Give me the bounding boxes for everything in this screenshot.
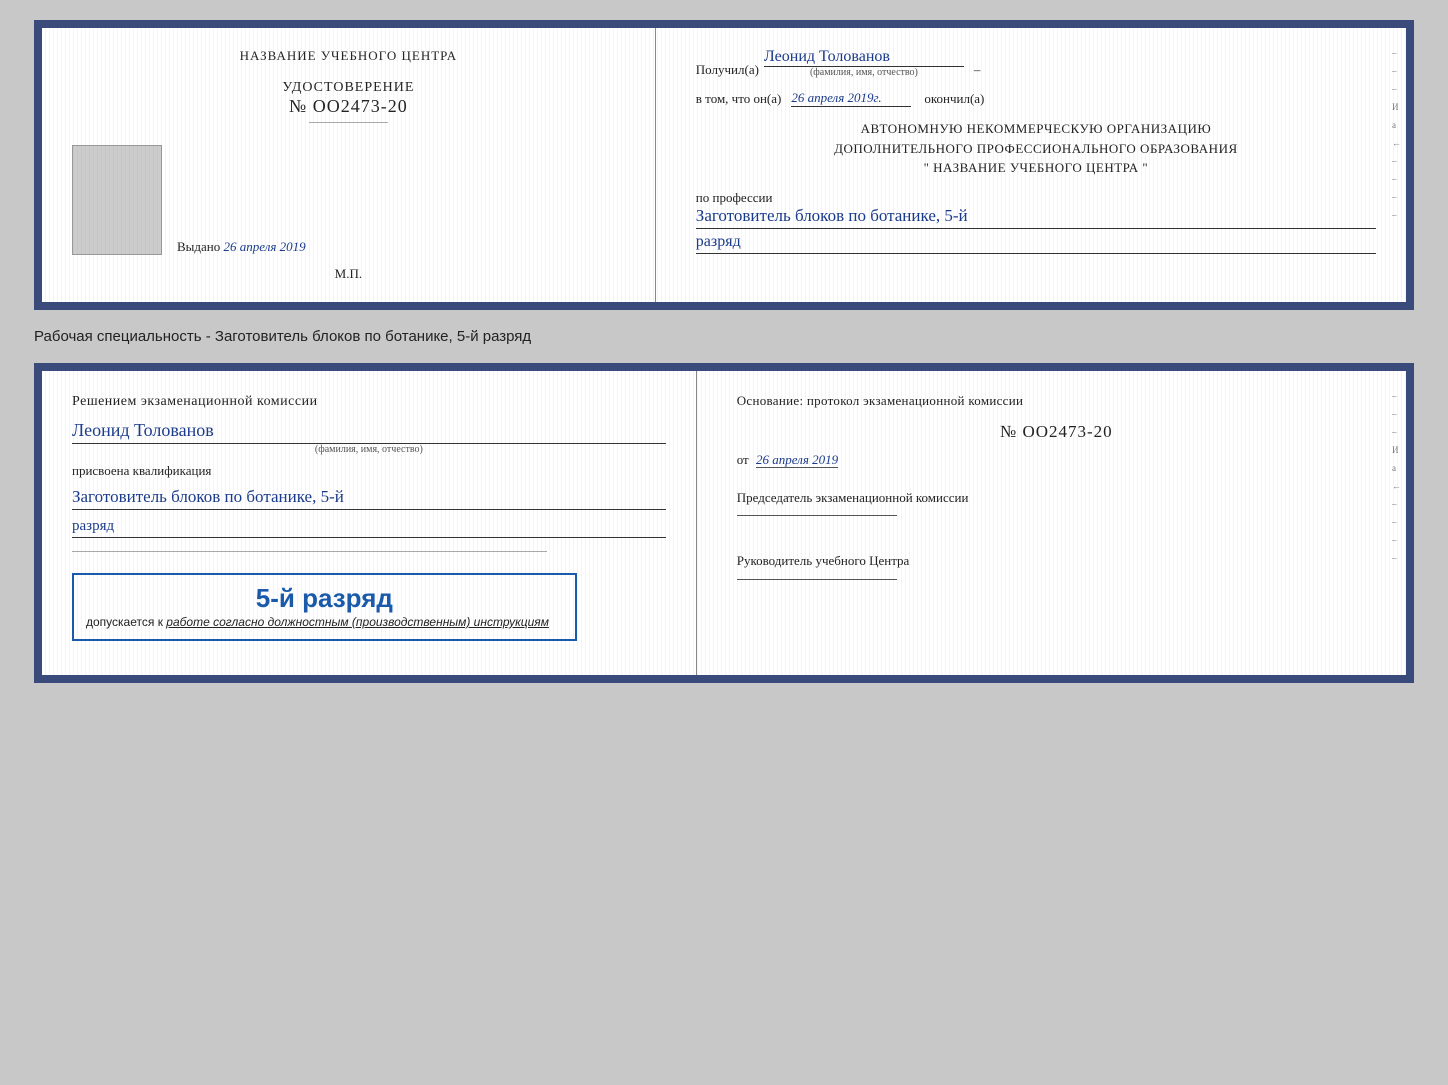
vydano-label: Выдано — [177, 239, 220, 254]
vydano-group: Выдано 26 апреля 2019 — [177, 234, 306, 255]
dopuskaetsya-detail: работе согласно должностным (производств… — [166, 615, 549, 629]
udostoverenie-label: УДОСТОВЕРЕНИЕ — [282, 80, 414, 96]
mark10: – — [1392, 210, 1401, 220]
komissia-title: Решением экзаменационной комиссии — [72, 391, 666, 412]
ot-date: 26 апреля 2019 — [756, 452, 838, 468]
razryad-bottom: разряд — [72, 518, 666, 538]
ot-label: от — [737, 452, 749, 467]
bottom-fio-caption: (фамилия, имя, отчество) — [72, 444, 666, 455]
rukovoditel-sign-line — [737, 579, 897, 580]
mark4: И — [1392, 102, 1401, 112]
bmark10: – — [1392, 553, 1401, 563]
bottom-person-name: Леонид Толованов — [72, 420, 666, 444]
protocol-number: № OO2473-20 — [737, 422, 1376, 442]
left-bottom-row: Выдано 26 апреля 2019 — [72, 145, 625, 255]
org-line2: ДОПОЛНИТЕЛЬНОГО ПРОФЕССИОНАЛЬНОГО ОБРАЗО… — [696, 139, 1376, 159]
vtom-row: в том, что он(а) 26 апреля 2019г. окончи… — [696, 90, 1376, 107]
vydano-block: Выдано 26 апреля 2019 — [177, 239, 306, 255]
mark5: а — [1392, 120, 1401, 130]
bmark2: – — [1392, 409, 1401, 419]
bottom-sep — [72, 551, 547, 552]
vtom-label: в том, что он(а) — [696, 91, 782, 107]
mark2: – — [1392, 66, 1401, 76]
razryad-text-top: разряд — [696, 233, 1376, 254]
org-line3: " НАЗВАНИЕ УЧЕБНОГО ЦЕНТРА " — [696, 158, 1376, 178]
org-block: АВТОНОМНУЮ НЕКОММЕРЧЕСКУЮ ОРГАНИЗАЦИЮ ДО… — [696, 119, 1376, 178]
box-number: 5-й разряд — [86, 583, 563, 614]
side-marks-bottom: – – – И а ← – – – – — [1392, 391, 1401, 563]
dopuskaetsya-label: допускается к — [86, 615, 163, 629]
predsedatel-block: Председатель экзаменационной комиссии — [737, 488, 1376, 522]
bmark7: – — [1392, 499, 1401, 509]
dopuskaetsya-text: допускается к работе согласно должностны… — [86, 614, 563, 631]
kvali-text: Заготовитель блоков по ботанике, 5-й — [72, 487, 666, 510]
bottom-doc-right: Основание: протокол экзаменационной коми… — [697, 371, 1406, 675]
top-doc-right: Получил(а) Леонид Толованов (фамилия, им… — [656, 28, 1406, 302]
predsedatel-label: Председатель экзаменационной комиссии — [737, 488, 1376, 508]
vydano-date: 26 апреля 2019 — [224, 239, 306, 254]
bmark4: И — [1392, 445, 1401, 455]
prisvoena-label: присвоена квалификация — [72, 463, 666, 479]
bottom-person-group: Леонид Толованов (фамилия, имя, отчество… — [72, 420, 666, 455]
bmark1: – — [1392, 391, 1401, 401]
dash-top: – — [974, 62, 981, 78]
bmark3: – — [1392, 427, 1401, 437]
bottom-doc-left: Решением экзаменационной комиссии Леонид… — [42, 371, 697, 675]
ot-date-row: от 26 апреля 2019 — [737, 452, 1376, 468]
bmark5: а — [1392, 463, 1401, 473]
mark8: – — [1392, 174, 1401, 184]
org-line1: АВТОНОМНУЮ НЕКОММЕРЧЕСКУЮ ОРГАНИЗАЦИЮ — [696, 119, 1376, 139]
profession-text: Заготовитель блоков по ботанике, 5-й — [696, 206, 1376, 229]
bmark9: – — [1392, 535, 1401, 545]
separator — [309, 122, 388, 123]
blue-qualification-box: 5-й разряд допускается к работе согласно… — [72, 573, 577, 641]
mark3: – — [1392, 84, 1401, 94]
poluchil-label: Получил(а) — [696, 62, 759, 78]
middle-text: Рабочая специальность - Заготовитель бло… — [34, 320, 1414, 353]
profession-block: по профессии Заготовитель блоков по бота… — [696, 190, 1376, 254]
side-marks-top: – – – И а ← – – – – — [1392, 48, 1401, 220]
mark9: – — [1392, 192, 1401, 202]
top-document: НАЗВАНИЕ УЧЕБНОГО ЦЕНТРА УДОСТОВЕРЕНИЕ №… — [34, 20, 1414, 310]
top-doc-left: НАЗВАНИЕ УЧЕБНОГО ЦЕНТРА УДОСТОВЕРЕНИЕ №… — [42, 28, 656, 302]
rukovoditel-label: Руководитель учебного Центра — [737, 551, 1376, 571]
vtom-date: 26 апреля 2019г. — [791, 90, 911, 107]
bmark6: ← — [1392, 481, 1401, 491]
photo-placeholder — [72, 145, 162, 255]
bottom-document: Решением экзаменационной комиссии Леонид… — [34, 363, 1414, 683]
predsedatel-sign-line — [737, 515, 897, 516]
mp-label: М.П. — [335, 266, 362, 282]
mark1: – — [1392, 48, 1401, 58]
person-name-top: Леонид Толованов — [764, 48, 964, 67]
udostoverenie-number: № OO2473-20 — [282, 96, 414, 117]
bmark8: – — [1392, 517, 1401, 527]
po-professii-label: по профессии — [696, 190, 1376, 206]
middle-section: Рабочая специальность - Заготовитель бло… — [34, 320, 1414, 353]
okonchil-label: окончил(а) — [924, 91, 984, 107]
mark6: ← — [1392, 138, 1401, 148]
top-center-title: НАЗВАНИЕ УЧЕБНОГО ЦЕНТРА — [240, 48, 457, 64]
fio-caption-top: (фамилия, имя, отчество) — [764, 67, 964, 78]
udostoverenie-block: УДОСТОВЕРЕНИЕ № OO2473-20 — [282, 80, 414, 128]
mark7: – — [1392, 156, 1401, 166]
osnov-label: Основание: протокол экзаменационной коми… — [737, 391, 1376, 412]
poluchil-row: Получил(а) Леонид Толованов (фамилия, им… — [696, 48, 1376, 78]
rukovoditel-block: Руководитель учебного Центра — [737, 551, 1376, 585]
